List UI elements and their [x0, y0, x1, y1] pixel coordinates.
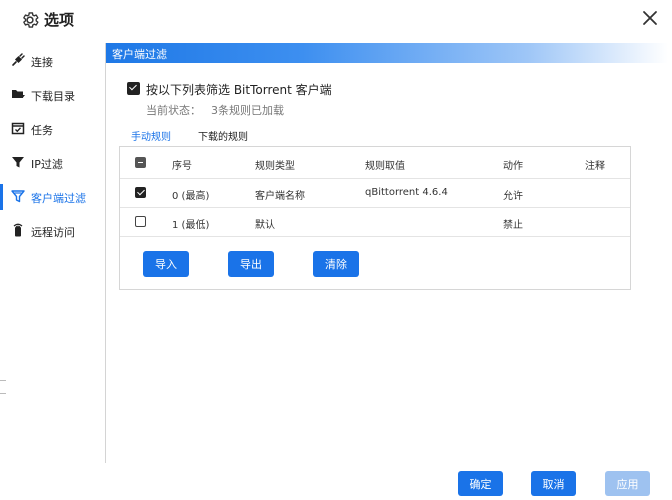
sidebar-item-remote-access[interactable]: 远程访问 — [0, 214, 106, 248]
row-checkbox[interactable] — [135, 216, 146, 227]
clear-button[interactable]: 清除 — [313, 251, 359, 277]
row-checkbox[interactable] — [135, 187, 146, 198]
close-icon[interactable] — [640, 8, 660, 28]
sidebar: 连接 下载目录 任务 IP过滤 客户端过滤 远程访问 — [0, 40, 106, 460]
export-button[interactable]: 导出 — [228, 251, 274, 277]
sidebar-divider — [0, 380, 6, 394]
calendar-check-icon — [11, 122, 25, 135]
dialog-titlebar: 选项 — [0, 0, 672, 40]
content-panel: 客户端过滤 按以下列表筛选 BitTorrent 客户端 当前状态： 3条规则已加… — [105, 43, 672, 463]
sidebar-item-label: 下载目录 — [31, 90, 75, 103]
ok-button[interactable]: 确定 — [458, 471, 503, 496]
section-title: 客户端过滤 — [112, 48, 167, 61]
table-row[interactable]: 0 (最高) 客户端名称 qBittorrent 4.6.4 允许 — [120, 179, 630, 208]
select-all-checkbox[interactable] — [135, 157, 146, 168]
gear-icon — [23, 12, 39, 28]
filter-enable-label: 按以下列表筛选 BitTorrent 客户端 — [146, 83, 332, 97]
cell-index: 0 (最高) — [172, 191, 210, 202]
cell-index: 1 (最低) — [172, 220, 210, 231]
column-header-value: 规则取值 — [365, 161, 405, 172]
plug-icon — [12, 53, 25, 66]
status-label: 当前状态： — [146, 104, 201, 117]
cell-value: qBittorrent 4.6.4 — [365, 187, 448, 198]
tab-downloaded-rules[interactable]: 下载的规则 — [198, 128, 248, 143]
filter-enable-checkbox[interactable] — [127, 82, 140, 95]
sidebar-item-label: IP过滤 — [31, 158, 63, 171]
tab-manual-rules[interactable]: 手动规则 — [131, 128, 171, 143]
column-header-index: 序号 — [172, 161, 192, 172]
sidebar-item-tasks[interactable]: 任务 — [0, 112, 106, 146]
cancel-button[interactable]: 取消 — [531, 471, 576, 496]
filter-icon — [12, 157, 24, 168]
sidebar-item-connection[interactable]: 连接 — [0, 44, 106, 78]
section-banner: 客户端过滤 — [106, 43, 668, 63]
column-header-note: 注释 — [585, 161, 605, 172]
filter-outline-icon — [11, 190, 25, 203]
status-value: 3条规则已加载 — [211, 104, 284, 117]
sidebar-item-ip-filter[interactable]: IP过滤 — [0, 146, 106, 180]
rules-table: 序号 规则类型 规则取值 动作 注释 0 (最高) 客户端名称 qBittorr… — [119, 146, 631, 290]
cell-action: 允许 — [503, 191, 523, 202]
sidebar-item-label: 远程访问 — [31, 226, 75, 239]
dialog-title: 选项 — [44, 11, 75, 29]
column-header-type: 规则类型 — [255, 161, 295, 172]
sidebar-item-label: 连接 — [31, 56, 53, 69]
folder-icon — [12, 90, 25, 98]
sidebar-item-label: 任务 — [31, 124, 53, 137]
cell-type: 默认 — [255, 220, 275, 231]
sidebar-item-label: 客户端过滤 — [31, 192, 86, 205]
rule-tabs: 手动规则 下载的规则 — [120, 124, 648, 149]
sidebar-item-client-filter[interactable]: 客户端过滤 — [0, 180, 106, 214]
remote-icon — [13, 223, 23, 237]
sidebar-item-download-dir[interactable]: 下载目录 — [0, 78, 106, 112]
column-header-action: 动作 — [503, 161, 523, 172]
import-button[interactable]: 导入 — [143, 251, 189, 277]
apply-button: 应用 — [605, 471, 650, 496]
cell-action: 禁止 — [503, 220, 523, 231]
cell-type: 客户端名称 — [255, 191, 305, 202]
table-row[interactable]: 1 (最低) 默认 禁止 — [120, 208, 630, 237]
table-header: 序号 规则类型 规则取值 动作 注释 — [120, 147, 630, 179]
status-line: 当前状态： 3条规则已加载 — [146, 102, 284, 118]
